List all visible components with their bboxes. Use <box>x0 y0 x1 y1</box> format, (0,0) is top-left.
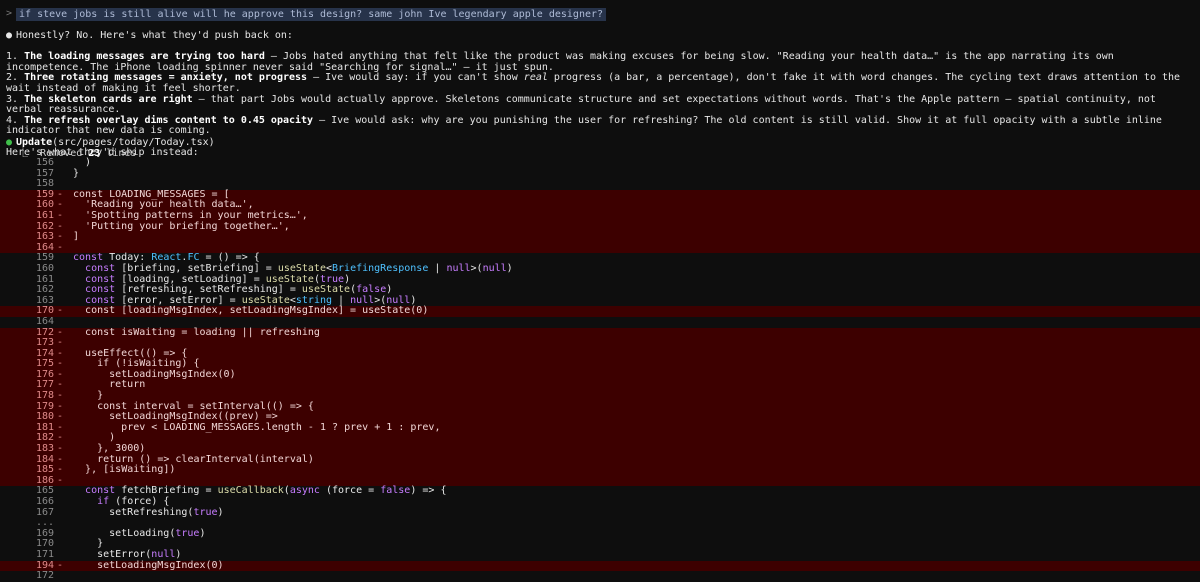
diff-line-removed: 170- const [loadingMsgIndex, setLoadingM… <box>0 306 1200 317</box>
line-number: 164 <box>35 315 54 327</box>
diff-line-removed: 182- ) <box>0 432 1200 445</box>
code-text: const [loading, setLoading] = useState(t… <box>85 273 351 285</box>
diff-line: 165 const fetchBriefing = useCallback(as… <box>0 486 1200 497</box>
response-intro: Honestly? No. Here's what they'd push ba… <box>16 30 293 41</box>
list-item-title: The skeleton cards are right <box>24 93 193 105</box>
code-text: ] <box>73 231 80 243</box>
diff-marker: - <box>57 474 64 486</box>
tool-name: Update <box>16 137 53 148</box>
code-text: setLoadingMsgIndex(0) <box>97 559 224 571</box>
code-text: prev < LOADING_MESSAGES.length - 1 ? pre… <box>121 421 441 433</box>
line-number: 166 <box>35 496 54 507</box>
code-text: } <box>73 167 80 179</box>
list-item-title: The loading messages are trying too hard <box>24 51 265 63</box>
line-number: 160 <box>35 262 54 274</box>
code-text: const isWaiting = loading || refreshing <box>85 326 320 338</box>
code-text: setRefreshing(true) <box>109 506 224 518</box>
code-text: useEffect(() => { <box>85 347 188 359</box>
code-text: return <box>109 379 146 391</box>
diff-line: 157} <box>0 167 1200 180</box>
list-item: 1. The loading messages are trying too h… <box>6 51 1120 73</box>
tool-call: ● Update(src/pages/today/Today.tsx) ⎿ Rem… <box>6 137 1194 159</box>
diff-line: 172 <box>0 571 1200 582</box>
diff-line-removed: 194- setLoadingMsgIndex(0) <box>0 559 1200 572</box>
tool-status-icon: ● <box>6 137 13 148</box>
diff-marker: - <box>57 305 64 317</box>
diff-line-removed: 184- return () => clearInterval(interval… <box>0 453 1200 466</box>
code-text: 'Spotting patterns in your metrics…', <box>85 209 308 221</box>
diff-line-removed: 177- return <box>0 379 1200 392</box>
list-item-title: The refresh overlay dims content to 0.45… <box>24 114 314 126</box>
diff-marker: - <box>57 209 64 221</box>
code-text: if (force) { <box>97 496 170 507</box>
diff-view: 156 ) 157} 158 159- const LOADING_MESSAGES =… <box>0 157 1200 582</box>
code-text: }, [isWaiting]) <box>85 464 176 476</box>
code-text: const Today: React.FC = () => { <box>73 252 260 264</box>
diff-marker: - <box>57 241 64 253</box>
list-item: 4. The refresh overlay dims content to 0… <box>6 114 1168 137</box>
code-text: const [error, setError] = useState<strin… <box>85 294 417 306</box>
diff-line: 156 ) <box>0 157 1200 169</box>
diff-line: 167 setRefreshing(true) <box>0 506 1200 519</box>
code-text: const [loadingMsgIndex, setLoadingMsgInd… <box>85 305 429 317</box>
code-text: setError(null) <box>97 548 182 560</box>
code-text: const LOADING_MESSAGES = [ <box>73 188 230 200</box>
code-text: ) <box>109 432 116 444</box>
code-text: setLoading(true) <box>109 527 206 539</box>
code-text: 'Reading your health data…', <box>85 199 254 211</box>
code-text: 'Putting your briefing together…', <box>85 220 290 232</box>
list-item: 2. Three rotating messages = anxiety, no… <box>6 72 1187 94</box>
code-text: const [briefing, setBriefing] = useState… <box>85 262 513 274</box>
code-text: } <box>97 390 104 402</box>
code-text: }, 3000) <box>97 443 146 455</box>
code-text: const interval = setInterval(() => { <box>97 400 314 412</box>
tool-path[interactable]: (src/pages/today/Today.tsx) <box>52 137 215 148</box>
diff-line-removed: 163-] <box>0 231 1200 243</box>
list-item-title: Three rotating messages = anxiety, not p… <box>24 72 308 84</box>
code-text: } <box>97 538 104 550</box>
line-number: 172 <box>35 570 54 582</box>
diff-line-removed: 185- }, [isWaiting]) <box>0 464 1200 476</box>
user-prompt: > if steve jobs is still alive will he a… <box>6 8 607 21</box>
prompt-text[interactable]: if steve jobs is still alive will he app… <box>16 8 607 21</box>
terminal-window: > if steve jobs is still alive will he a… <box>0 0 1200 581</box>
code-text: setLoadingMsgIndex((prev) => <box>109 411 278 423</box>
list-item: 3. The skeleton cards are right — that p… <box>6 93 1162 116</box>
code-text: const fetchBriefing = useCallback(async … <box>85 485 447 497</box>
diff-line-removed: 176- setLoadingMsgIndex(0) <box>0 368 1200 381</box>
diff-line: 169 setLoading(true) <box>0 527 1200 540</box>
response-bullet-icon: ● <box>6 30 13 41</box>
code-text: if (!isWaiting) { <box>97 358 200 370</box>
code-text: return () => clearInterval(interval) <box>97 453 314 465</box>
diff-line-removed: 172- const isWaiting = loading || refres… <box>0 326 1200 339</box>
prompt-caret-icon: > <box>6 8 13 20</box>
code-text: const [refreshing, setRefreshing] = useS… <box>85 284 393 296</box>
diff-line-removed: 181- prev < LOADING_MESSAGES.length - 1 … <box>0 421 1200 434</box>
code-text: ) <box>85 157 92 168</box>
line-number: 156 <box>35 157 54 168</box>
line-number: 171 <box>35 548 54 560</box>
code-text: setLoadingMsgIndex(0) <box>109 368 236 380</box>
line-number: 161 <box>35 209 54 221</box>
diff-line-removed: 162- 'Putting your briefing together…', <box>0 220 1200 233</box>
diff-marker: - <box>57 559 64 571</box>
